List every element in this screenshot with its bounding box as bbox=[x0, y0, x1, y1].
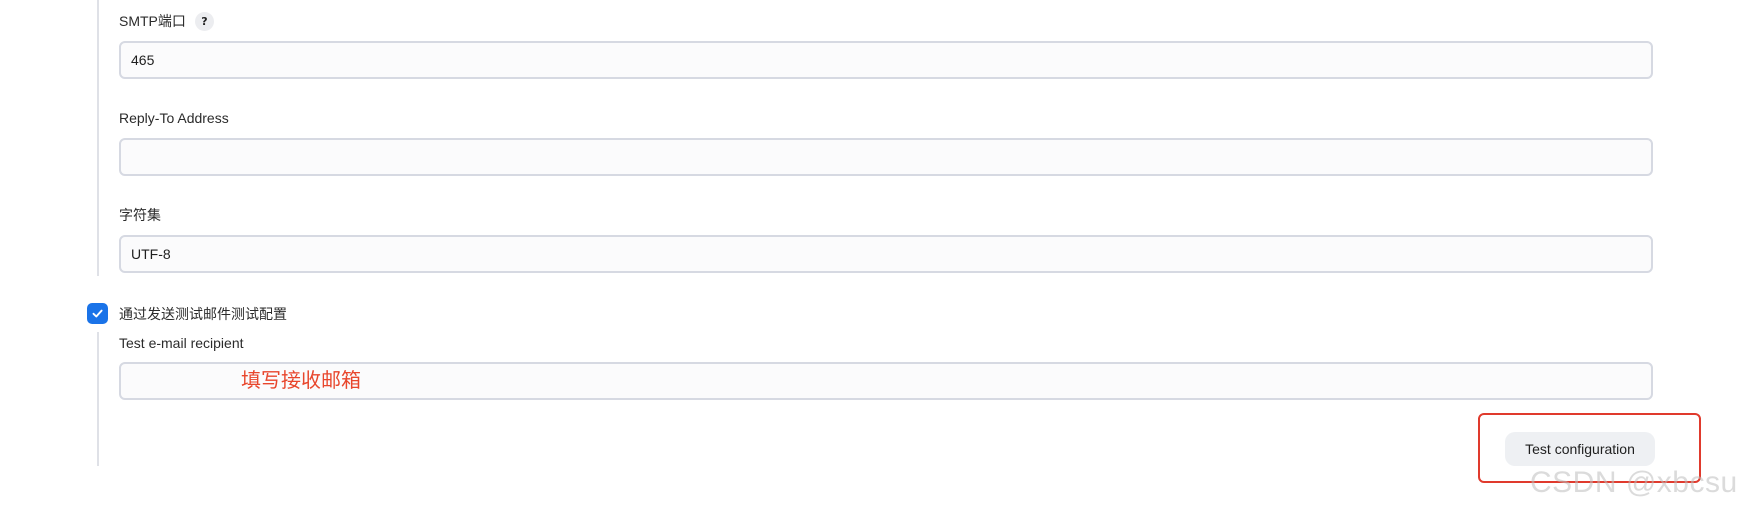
section-divider-line-test bbox=[97, 332, 99, 466]
email-config-form: SMTP端口 ? Reply-To Address 字符集 通过发送测试邮件测试… bbox=[0, 0, 1742, 516]
smtp-port-label-text: SMTP端口 bbox=[119, 13, 186, 29]
charset-label: 字符集 bbox=[119, 205, 161, 225]
reply-to-label-text: Reply-To Address bbox=[119, 110, 229, 126]
annotation-note: 填写接收邮箱 bbox=[241, 370, 361, 392]
smtp-port-input[interactable] bbox=[119, 41, 1653, 79]
test-configuration-button[interactable]: Test configuration bbox=[1505, 432, 1655, 466]
test-recipient-label: Test e-mail recipient bbox=[119, 333, 244, 353]
charset-input[interactable] bbox=[119, 235, 1653, 273]
help-icon[interactable]: ? bbox=[194, 11, 214, 31]
smtp-port-label: SMTP端口 ? bbox=[119, 11, 214, 31]
charset-label-text: 字符集 bbox=[119, 207, 161, 223]
section-divider-line bbox=[97, 0, 99, 276]
test-mail-checkbox-label: 通过发送测试邮件测试配置 bbox=[119, 306, 287, 322]
test-mail-checkbox[interactable] bbox=[87, 303, 108, 324]
reply-to-label: Reply-To Address bbox=[119, 108, 229, 128]
watermark: CSDN @xbcsu bbox=[1530, 466, 1738, 499]
test-recipient-label-text: Test e-mail recipient bbox=[119, 335, 244, 351]
checkmark-icon bbox=[92, 309, 103, 318]
reply-to-input[interactable] bbox=[119, 138, 1653, 176]
